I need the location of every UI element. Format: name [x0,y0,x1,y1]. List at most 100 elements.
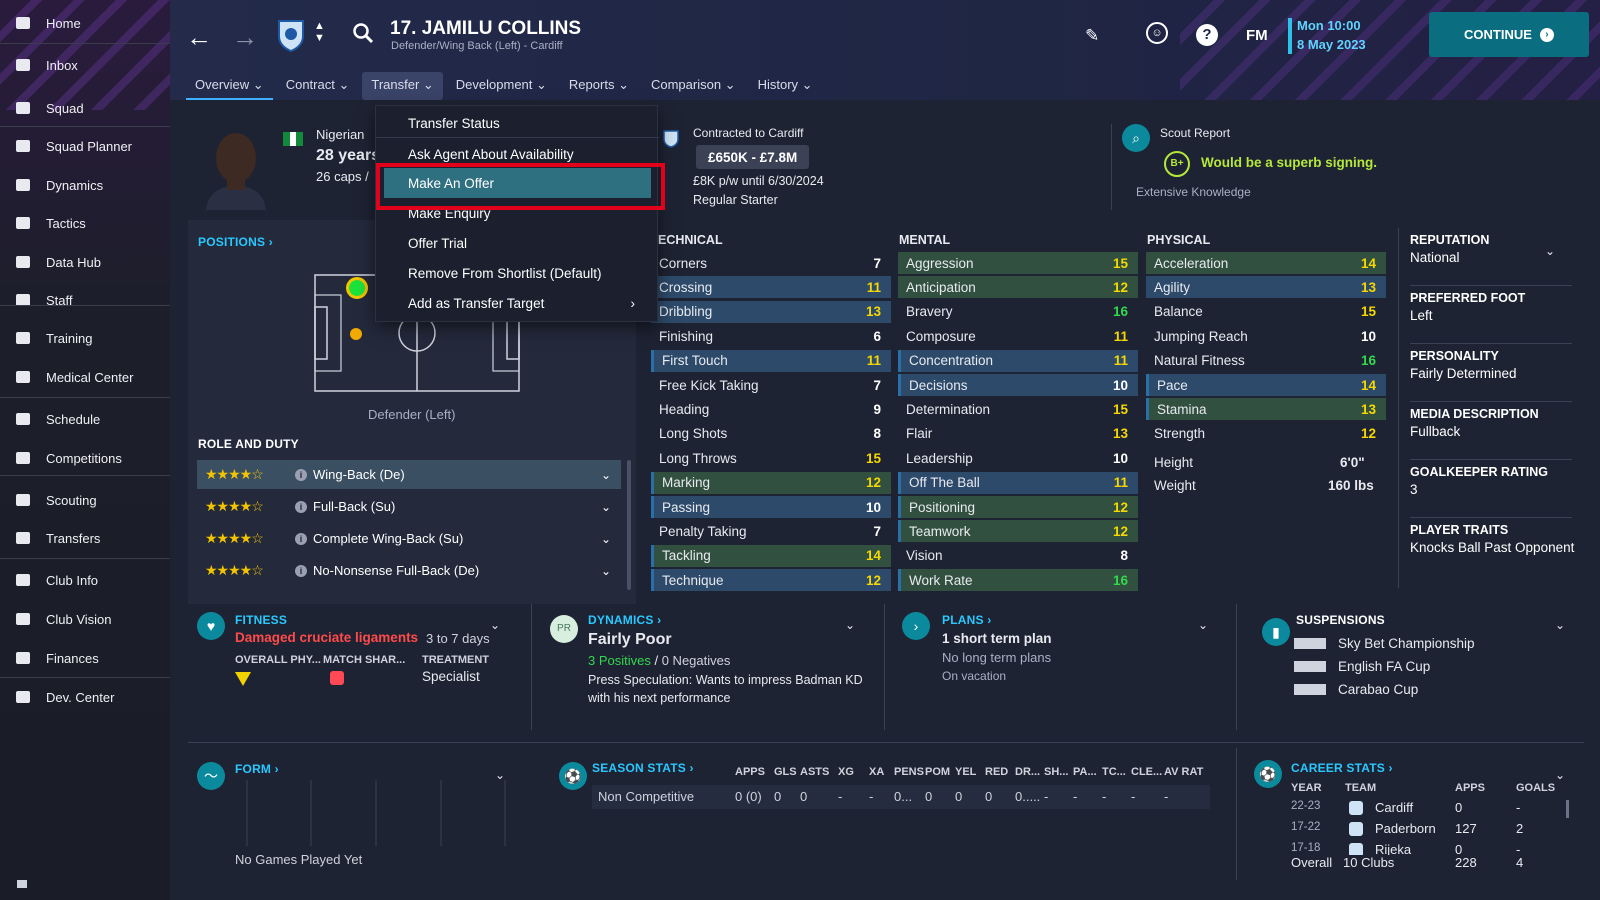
continue-button[interactable]: CONTINUE › [1429,12,1589,57]
sidebar-item-training[interactable]: Training [0,320,170,356]
mental-attribute-row[interactable]: Flair 13 [898,423,1138,445]
season-stat-header[interactable]: PA... [1073,766,1097,778]
dynamics-title[interactable]: DYNAMICS › [588,613,661,627]
mental-attribute-row[interactable]: Teamwork 12 [898,520,1138,543]
career-stats-title[interactable]: CAREER STATS › [1291,761,1393,775]
forward-arrow-icon[interactable]: → [232,22,258,53]
fm-menu-button[interactable]: FM [1246,27,1268,44]
career-stat-header[interactable]: APPS [1455,782,1485,794]
sidebar-item-scouting[interactable]: Scouting [0,482,170,518]
sidebar-item-competitions[interactable]: Competitions [0,440,170,476]
info-icon[interactable]: i [295,564,307,577]
season-stat-header[interactable]: APPS [735,766,765,778]
sidebar-item-club-vision[interactable]: Club Vision [0,601,170,637]
mental-attribute-row[interactable]: Positioning 12 [898,496,1138,518]
sidebar-item-dynamics[interactable]: Dynamics [0,167,170,203]
mental-attribute-row[interactable]: Vision 8 [898,545,1138,567]
mental-attribute-row[interactable]: Work Rate 16 [898,569,1138,592]
technical-attribute-row[interactable]: Free Kick Taking 7 [651,374,891,396]
season-stats-title[interactable]: SEASON STATS › [592,761,694,775]
tab-development[interactable]: Development ⌄ [447,72,556,100]
tab-contract[interactable]: Contract ⌄ [277,72,359,100]
fitness-chevron-icon[interactable]: ⌄ [490,618,500,632]
career-stat-header[interactable]: GOALS [1516,782,1555,794]
sidebar-item-inbox[interactable]: Inbox [0,47,170,83]
mental-attribute-row[interactable]: Concentration 11 [898,349,1138,372]
season-stat-header[interactable]: POM [925,766,950,778]
career-scrollbar[interactable] [1566,800,1569,818]
mental-attribute-row[interactable]: Leadership 10 [898,447,1138,469]
sidebar-item-squad-planner[interactable]: Squad Planner [0,128,170,164]
mental-attribute-row[interactable]: Off The Ball 11 [898,471,1138,494]
physical-attribute-row[interactable]: Stamina 13 [1146,398,1386,421]
positions-title[interactable]: POSITIONS › [198,235,273,249]
season-stat-header[interactable]: CLE... [1131,766,1162,778]
edit-icon[interactable]: ✎ [1085,26,1099,46]
technical-attribute-row[interactable]: Corners 7 [651,252,891,274]
info-icon[interactable]: i [295,532,307,545]
season-stat-header[interactable]: DR... [1015,766,1040,778]
back-arrow-icon[interactable]: ← [186,22,212,53]
mental-attribute-row[interactable]: Anticipation 12 [898,276,1138,299]
sidebar-item-dev-center[interactable]: Dev. Center [0,679,170,715]
menu-item-add-as-transfer-target[interactable]: Add as Transfer Target › [376,288,659,318]
role-row[interactable]: ★★★★☆ i No-Nonsense Full-Back (De) ⌄ [197,556,621,585]
sidebar-item-tactics[interactable]: Tactics [0,205,170,241]
search-icon[interactable] [352,22,374,47]
mental-attribute-row[interactable]: Composure 11 [898,325,1138,347]
mental-attribute-row[interactable]: Bravery 16 [898,301,1138,323]
tab-history[interactable]: History ⌄ [749,72,822,100]
info-icon[interactable]: i [295,500,307,513]
technical-attribute-row[interactable]: Finishing 6 [651,325,891,347]
physical-attribute-row[interactable]: Natural Fitness 16 [1146,350,1386,372]
role-row[interactable]: ★★★★☆ i Full-Back (Su) ⌄ [197,492,621,521]
physical-attribute-row[interactable]: Strength 12 [1146,423,1386,445]
technical-attribute-row[interactable]: Crossing 11 [651,276,891,299]
fitness-title[interactable]: FITNESS [235,613,287,627]
season-stat-header[interactable]: GLS [774,766,797,778]
mental-attribute-row[interactable]: Determination 15 [898,398,1138,420]
season-stat-header[interactable]: YEL [955,766,976,778]
technical-attribute-row[interactable]: Dribbling 13 [651,300,891,323]
technical-attribute-row[interactable]: Long Throws 15 [651,447,891,469]
season-stat-header[interactable]: XA [869,766,884,778]
menu-item-offer-trial[interactable]: Offer Trial [376,228,659,258]
physical-attribute-row[interactable]: Pace 14 [1146,374,1386,396]
menu-item-transfer-status[interactable]: Transfer Status [376,108,659,138]
plans-chevron-icon[interactable]: ⌄ [1198,618,1208,632]
chevron-down-icon[interactable]: ⌄ [601,532,611,546]
reputation-chevron-icon[interactable]: ⌄ [1545,244,1555,258]
technical-attribute-row[interactable]: Passing 10 [651,496,891,518]
suspensions-chevron-icon[interactable]: ⌄ [1555,618,1565,632]
sidebar-item-squad[interactable]: Squad [0,90,170,126]
season-stat-header[interactable]: PENS [894,766,924,778]
season-stat-header[interactable]: TC... [1102,766,1126,778]
technical-attribute-row[interactable]: Tackling 14 [651,544,891,567]
plans-title[interactable]: PLANS › [942,613,991,627]
season-stat-header[interactable]: SH... [1044,766,1068,778]
career-stat-row[interactable]: 17-22 Paderborn 127 2 [1291,821,1571,841]
technical-attribute-row[interactable]: Penalty Taking 7 [651,520,891,542]
sidebar-item-home[interactable]: Home [0,5,170,41]
sidebar-item-medical-center[interactable]: Medical Center [0,359,170,395]
sidebar-item-finances[interactable]: Finances [0,640,170,676]
technical-attribute-row[interactable]: Long Shots 8 [651,423,891,445]
career-stat-header[interactable]: YEAR [1291,782,1322,794]
sidebar-item-staff[interactable]: Staff [0,282,170,318]
sidebar-item-data-hub[interactable]: Data Hub [0,244,170,280]
form-title[interactable]: FORM › [235,762,279,776]
sidebar-item-transfers[interactable]: Transfers [0,520,170,556]
tab-overview[interactable]: Overview ⌄ [186,72,273,100]
player-switch-icon[interactable]: ▲ ▼ [314,20,325,44]
sidebar-item-schedule[interactable]: Schedule [0,401,170,437]
season-stat-header[interactable]: AV RAT [1164,766,1203,778]
mental-attribute-row[interactable]: Decisions 10 [898,374,1138,396]
physical-attribute-row[interactable]: Agility 13 [1146,276,1386,299]
career-stat-header[interactable]: TEAM [1345,782,1376,794]
bottom-left-icon[interactable] [17,880,27,888]
dynamics-chevron-icon[interactable]: ⌄ [845,618,855,632]
career-chevron-icon[interactable]: ⌄ [1555,768,1565,782]
season-stat-header[interactable]: RED [985,766,1008,778]
physical-attribute-row[interactable]: Jumping Reach 10 [1146,325,1386,347]
physical-attribute-row[interactable]: Acceleration 14 [1146,252,1386,274]
